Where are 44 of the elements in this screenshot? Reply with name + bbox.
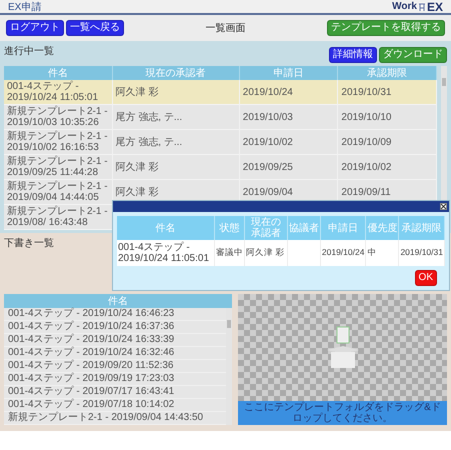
- drop-hint: ここにテンプレートフォルダをドラッグ&ドロップしてください。: [238, 401, 447, 425]
- column-header: 申請日: [239, 66, 338, 80]
- column-header: 承認期限: [338, 66, 436, 80]
- page-title: 一覧画面: [204, 22, 246, 35]
- column-header: 件名: [117, 216, 214, 240]
- get-template-button[interactable]: テンプレートを取得する: [327, 20, 445, 36]
- logo-text: Work: [392, 1, 417, 12]
- list-item[interactable]: 新規テンプレート2-1 - 2019/09/04 14:43:50: [4, 412, 226, 425]
- list-item[interactable]: 001-4ステップ - 2019/10/24 16:33:39: [4, 334, 226, 347]
- column-header: 現在の承認者: [112, 66, 240, 80]
- table-cell: 001-4ステップ - 2019/10/24 11:05:01: [117, 240, 214, 266]
- close-button[interactable]: [440, 203, 447, 210]
- ok-button[interactable]: OK: [414, 270, 437, 286]
- list-item[interactable]: 001-4ステップ - 2019/09/19 17:23:03: [4, 373, 226, 386]
- drop-zone[interactable]: ここにテンプレートフォルダをドラッグ&ドロップしてください。: [238, 294, 447, 425]
- table-row[interactable]: 001-4ステップ - 2019/10/24 11:05:01 阿久津 彩 2019/10/24 2019/10/31: [4, 80, 436, 104]
- toolbar-button[interactable]: 一覧へ戻る: [66, 20, 124, 36]
- column-header: 申請日: [320, 216, 366, 240]
- column-header: 状態: [214, 216, 244, 240]
- table-cell: 2019/10/24: [320, 240, 366, 266]
- toolbar-button[interactable]: ログアウト: [6, 20, 64, 36]
- section-button[interactable]: 詳細情報: [329, 47, 377, 63]
- table-cell: 審議中: [214, 240, 244, 266]
- column-header: 承認期限: [398, 216, 444, 240]
- app-title: EX申請: [8, 0, 42, 14]
- list-item[interactable]: 001-4ステップ - 2019/07/17 16:43:41: [4, 386, 226, 399]
- table-cell: 2019/10/31: [398, 240, 444, 266]
- list-item[interactable]: 001-4ステップ - 2019/10/24 16:37:36: [4, 321, 226, 334]
- list-item[interactable]: 001-4ステップ - 2019/07/18 10:14:02: [4, 399, 226, 412]
- table-cell: 阿久津 彩: [244, 240, 288, 266]
- logo-text: EX: [426, 0, 443, 14]
- table-cell: 中: [366, 240, 399, 266]
- logo-mark-icon: [418, 2, 426, 12]
- list-item[interactable]: 001-4ステップ - 2019/10/24 16:46:23: [4, 308, 226, 321]
- column-header: 優先度: [366, 216, 399, 240]
- column-header: 件名: [4, 294, 232, 308]
- section-title: 進行中一覧: [4, 44, 54, 58]
- section-button[interactable]: ダウンロード: [379, 47, 447, 63]
- list-item[interactable]: 001-4ステップ - 2019/10/24 16:32:46: [4, 347, 226, 360]
- column-header: 件名: [4, 66, 112, 80]
- column-header: 現在の承認者: [244, 216, 288, 240]
- list-item[interactable]: 001-4ステップ - 2019/09/20 11:52:36: [4, 360, 226, 373]
- column-header: 協議者: [287, 216, 320, 240]
- section-title: 下書き一覧: [4, 236, 54, 250]
